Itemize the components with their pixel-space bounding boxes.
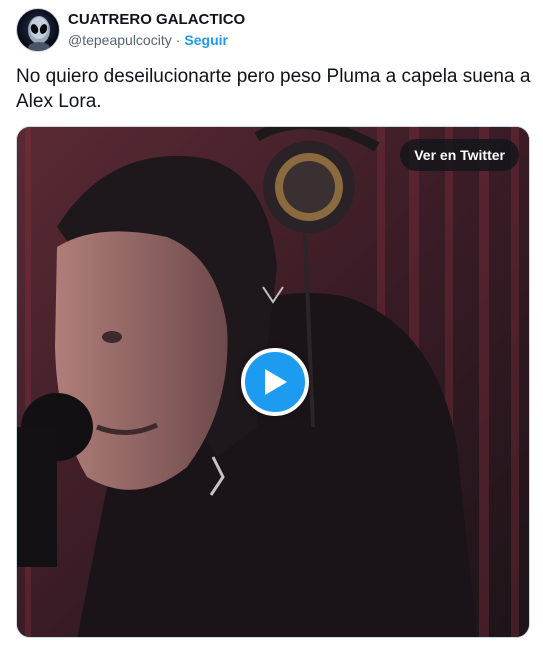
tweet-text: No quiero deseilucionarte pero peso Plum… — [16, 66, 531, 112]
display-name[interactable]: CUATRERO GALACTICO — [68, 10, 245, 29]
tweet-header: CUATRERO GALACTICO @tepeapulcocity · Seg… — [16, 6, 245, 54]
alien-avatar-icon — [27, 16, 51, 51]
handle-row: @tepeapulcocity · Seguir — [68, 31, 245, 50]
video-player[interactable]: Ver en Twitter — [16, 126, 530, 638]
separator-dot: · — [175, 32, 181, 48]
play-button[interactable] — [241, 348, 309, 416]
author-info: CUATRERO GALACTICO @tepeapulcocity · Seg… — [68, 10, 245, 50]
watch-on-twitter-button[interactable]: Ver en Twitter — [400, 139, 519, 171]
tweet-card: CUATRERO GALACTICO @tepeapulcocity · Seg… — [0, 0, 543, 645]
handle[interactable]: @tepeapulcocity — [68, 31, 172, 50]
follow-link[interactable]: Seguir — [184, 31, 228, 50]
avatar[interactable] — [16, 8, 60, 52]
play-icon — [265, 369, 287, 395]
